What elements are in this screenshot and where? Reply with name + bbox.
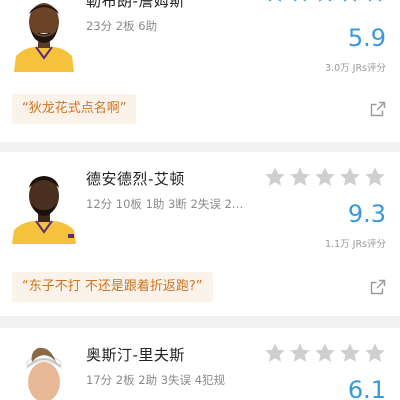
rating-stars[interactable]	[264, 0, 386, 4]
player-name: 勒布朗-詹姆斯	[86, 0, 185, 10]
rating-score: 9.3	[347, 200, 386, 228]
star-icon[interactable]	[314, 0, 336, 4]
player-rating-card[interactable]: 奥斯汀-里夫斯 17分 2板 2助 3失误 4犯规 6.1	[0, 328, 400, 400]
rating-score: 5.9	[347, 24, 386, 52]
rating-stars[interactable]	[264, 166, 386, 188]
hot-comment[interactable]: “东子不打 不还是跟着折返跑?”	[12, 272, 213, 302]
star-icon[interactable]	[314, 166, 336, 188]
player-rating-card[interactable]: 德安德烈-艾顿 12分 10板 1助 3断 2失误 2… 9.3 1.1万 JR…	[0, 152, 400, 316]
star-icon[interactable]	[364, 166, 386, 188]
rating-stars[interactable]	[264, 342, 386, 364]
star-icon[interactable]	[339, 0, 361, 4]
player-avatar[interactable]	[10, 342, 78, 400]
share-icon[interactable]	[370, 279, 386, 295]
player-stats: 17分 2板 2助 3失误 4犯规	[86, 373, 226, 387]
star-icon[interactable]	[264, 166, 286, 188]
player-stats: 12分 10板 1助 3断 2失误 2…	[86, 197, 244, 211]
rating-score: 6.1	[347, 376, 386, 400]
star-icon[interactable]	[264, 342, 286, 364]
player-avatar[interactable]	[10, 0, 78, 72]
rating-votes: 3.0万 JRs评分	[325, 63, 386, 74]
star-icon[interactable]	[289, 166, 311, 188]
star-icon[interactable]	[289, 342, 311, 364]
player-rating-card[interactable]: 勒布朗-詹姆斯 23分 2板 6助 5.9 3.0万 JRs评分 “狄龙花式点名…	[0, 0, 400, 142]
share-icon[interactable]	[370, 101, 386, 117]
player-name: 德安德烈-艾顿	[86, 170, 185, 188]
player-avatar[interactable]	[10, 168, 78, 244]
star-icon[interactable]	[364, 342, 386, 364]
star-icon[interactable]	[364, 0, 386, 4]
rating-votes: 1.1万 JRs评分	[325, 239, 386, 250]
player-name: 奥斯汀-里夫斯	[86, 346, 185, 364]
hot-comment[interactable]: “狄龙花式点名啊”	[12, 94, 137, 124]
star-icon[interactable]	[264, 0, 286, 4]
star-icon[interactable]	[314, 342, 336, 364]
star-icon[interactable]	[339, 342, 361, 364]
star-icon[interactable]	[289, 0, 311, 4]
player-stats: 23分 2板 6助	[86, 19, 158, 33]
star-icon[interactable]	[339, 166, 361, 188]
